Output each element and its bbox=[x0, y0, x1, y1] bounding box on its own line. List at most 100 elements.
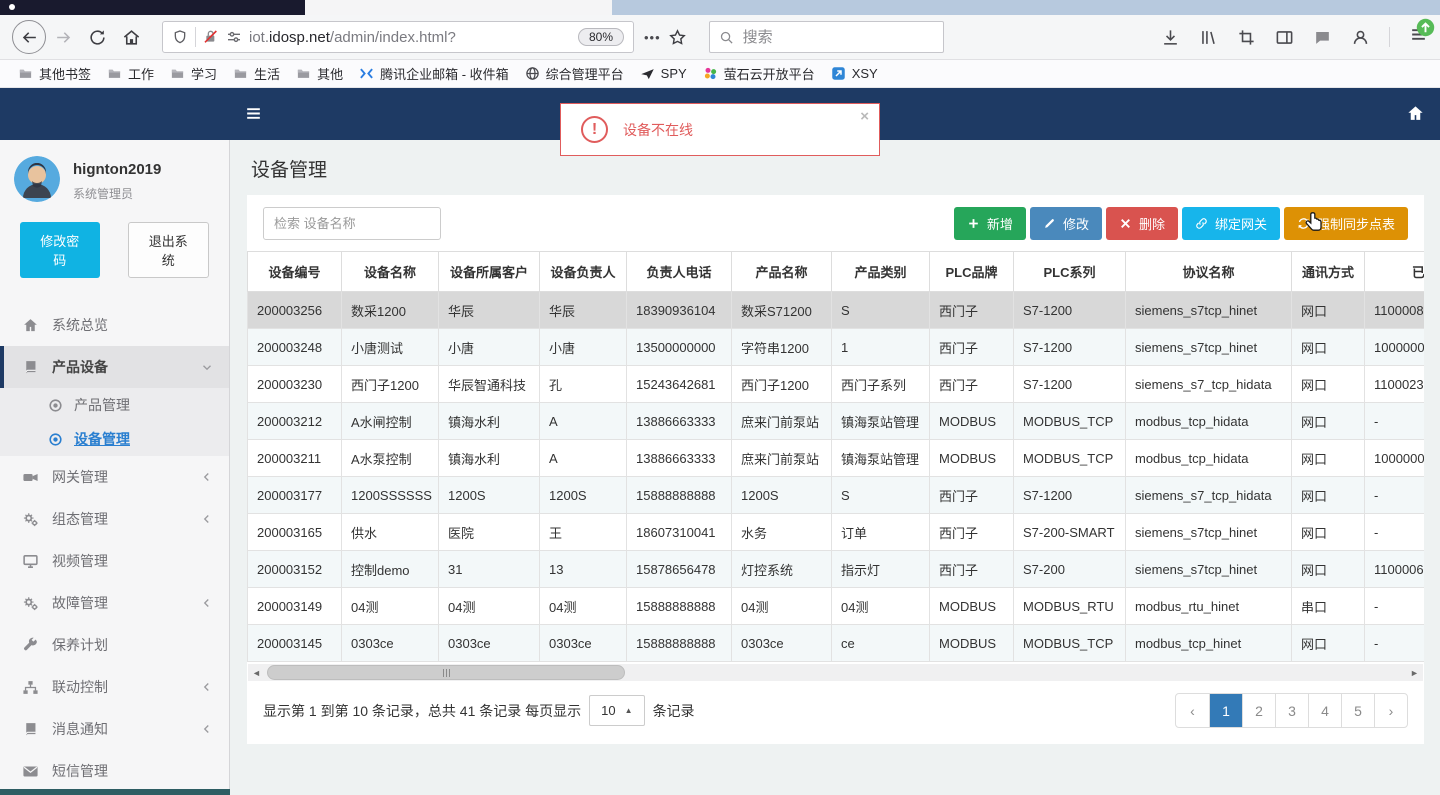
sidebar-item-message-notify[interactable]: 消息通知 bbox=[0, 708, 229, 750]
table-row[interactable]: 200003256 数采1200 华辰 华辰 18390936104 数采S71200 S 西… bbox=[247, 291, 1424, 329]
sidebar-item-maintain-plan[interactable]: 保养计划 bbox=[0, 624, 229, 666]
column-header[interactable]: 设备负责人 bbox=[539, 251, 627, 292]
dot-circle-icon bbox=[48, 398, 63, 413]
table-cell: modbus_tcp_hidata bbox=[1125, 439, 1292, 477]
column-header[interactable]: 负责人电话 bbox=[626, 251, 732, 292]
scrollbar-track[interactable] bbox=[265, 664, 1406, 681]
page-size-select[interactable]: 10 ▲ bbox=[589, 695, 645, 726]
table-cell: 华辰 bbox=[539, 291, 627, 329]
sidebar-item-fault-manage[interactable]: 故障管理 bbox=[0, 582, 229, 624]
sidebar-item-product-device[interactable]: 产品设备 bbox=[0, 346, 229, 388]
bookmark-item[interactable]: 工作 bbox=[99, 62, 162, 85]
menu-button[interactable] bbox=[1409, 25, 1428, 49]
scroll-right-arrow[interactable]: ► bbox=[1406, 664, 1423, 681]
bookmark-item[interactable]: 萤石云开放平台 bbox=[695, 62, 823, 85]
browser-home-button[interactable] bbox=[114, 20, 148, 54]
reload-button[interactable] bbox=[80, 20, 114, 54]
table-row[interactable]: 200003212 A水闸控制 镇海水利 A 13886663333 庶来门前泵站 镇海泵站… bbox=[247, 402, 1424, 440]
bookmark-label: XSY bbox=[851, 66, 878, 81]
pocket-chat-icon[interactable] bbox=[1313, 28, 1332, 47]
page-actions-icon[interactable]: ••• bbox=[644, 30, 661, 45]
table-cell: 0303ce bbox=[731, 624, 832, 662]
action-bind-gateway-button[interactable]: 绑定网关 bbox=[1181, 207, 1280, 240]
active-browser-tab[interactable] bbox=[305, 0, 612, 15]
page-button[interactable]: 3 bbox=[1275, 694, 1308, 727]
folder-icon bbox=[18, 66, 33, 81]
zoom-level-badge[interactable]: 80% bbox=[577, 28, 624, 46]
gears-icon bbox=[22, 511, 39, 528]
device-search-input[interactable] bbox=[263, 207, 441, 240]
bookmark-item[interactable]: SPY bbox=[632, 64, 695, 83]
bookmark-item[interactable]: 生活 bbox=[225, 62, 288, 85]
scroll-left-arrow[interactable]: ◄ bbox=[248, 664, 265, 681]
sidebar-item-linkage-control[interactable]: 联动控制 bbox=[0, 666, 229, 708]
column-header[interactable]: PLC系列 bbox=[1013, 251, 1126, 292]
sidebar-item-system-overview[interactable]: 系统总览 bbox=[0, 304, 229, 346]
action-edit-button[interactable]: 修改 bbox=[1029, 207, 1102, 240]
sidebar-item-gateway-manage[interactable]: 网关管理 bbox=[0, 456, 229, 498]
shield-icon[interactable] bbox=[172, 29, 188, 45]
library-icon[interactable] bbox=[1199, 28, 1218, 47]
sidebar-item-device-manage[interactable]: 设备管理 bbox=[0, 422, 229, 456]
browser-search-box[interactable] bbox=[708, 21, 944, 53]
download-icon[interactable] bbox=[1161, 28, 1180, 47]
page-button[interactable]: 1 bbox=[1209, 694, 1242, 727]
permissions-icon[interactable] bbox=[226, 29, 242, 45]
column-header[interactable]: 产品类别 bbox=[831, 251, 930, 292]
sidebar-item-video-manage[interactable]: 视频管理 bbox=[0, 540, 229, 582]
bookmark-star-button[interactable] bbox=[661, 20, 695, 54]
column-header[interactable]: 产品名称 bbox=[731, 251, 832, 292]
avatar[interactable] bbox=[14, 156, 60, 202]
sidebar-item-label: 设备管理 bbox=[74, 431, 130, 447]
forward-button[interactable] bbox=[46, 20, 80, 54]
url-bar[interactable]: iot. idosp.net/admin/index.html? 80% bbox=[162, 21, 634, 53]
action-delete-button[interactable]: 删除 bbox=[1105, 207, 1178, 240]
page-button[interactable]: › bbox=[1374, 694, 1407, 727]
horizontal-scrollbar[interactable]: ◄ ► bbox=[248, 664, 1423, 681]
table-row[interactable]: 200003152 控制demo 31 13 15878656478 灯控系统 指示灯 西门子… bbox=[247, 550, 1424, 588]
sidebar-toggle-icon[interactable] bbox=[1275, 28, 1294, 47]
page-button[interactable]: 2 bbox=[1242, 694, 1275, 727]
sidebar-item-sms-manage[interactable]: 短信管理 bbox=[0, 750, 229, 789]
screenshot-icon[interactable] bbox=[1237, 28, 1256, 47]
column-header[interactable]: 设备所属客户 bbox=[438, 251, 540, 292]
table-row[interactable]: 200003211 A水泵控制 镇海水利 A 13886663333 庶来门前泵站 镇海泵站… bbox=[247, 439, 1424, 477]
column-header[interactable]: PLC品牌 bbox=[929, 251, 1014, 292]
sidebar-collapse-button[interactable] bbox=[244, 104, 263, 128]
logout-button[interactable]: 退出系统 bbox=[127, 222, 209, 278]
bookmark-item[interactable]: 学习 bbox=[162, 62, 225, 85]
bookmark-item[interactable]: XSY bbox=[823, 64, 886, 83]
table-row[interactable]: 200003149 04测 04测 04测 15888888888 04测 04测 MODBU… bbox=[247, 587, 1424, 625]
table-row[interactable]: 200003165 供水 医院王 18607310041 水务 订单 西门子 S7-200-S… bbox=[247, 513, 1424, 551]
scrollbar-thumb[interactable] bbox=[267, 665, 625, 680]
bookmark-item[interactable]: 腾讯企业邮箱 - 收件箱 bbox=[351, 62, 517, 85]
table-row[interactable]: 200003230 西门子1200 华辰智通科技孔 15243642681 西门子120… bbox=[247, 365, 1424, 403]
page-button[interactable]: ‹ bbox=[1176, 694, 1209, 727]
table-cell: S7-1200 bbox=[1013, 328, 1126, 366]
table-cell: 控制demo bbox=[341, 550, 439, 588]
browser-search-input[interactable] bbox=[742, 28, 934, 46]
account-icon[interactable] bbox=[1351, 28, 1370, 47]
column-header[interactable]: 设备编号 bbox=[247, 251, 342, 292]
table-row[interactable]: 200003248 小唐测试 小唐 小唐 13500000000 字符串1200 1 西门子 S… bbox=[247, 328, 1424, 366]
column-header[interactable]: 协议名称 bbox=[1125, 251, 1292, 292]
column-header[interactable]: 通讯方式 bbox=[1291, 251, 1365, 292]
sidebar-item-product-manage[interactable]: 产品管理 bbox=[0, 388, 229, 422]
sidebar-item-hmi-manage[interactable]: 组态管理 bbox=[0, 498, 229, 540]
column-header[interactable]: 设备名称 bbox=[341, 251, 439, 292]
table-row[interactable]: 200003145 0303ce 0303ce 0303ce 15888888888 03… bbox=[247, 624, 1424, 662]
bookmark-item[interactable]: 综合管理平台 bbox=[517, 62, 632, 85]
change-password-button[interactable]: 修改密码 bbox=[20, 222, 100, 278]
insecure-lock-icon[interactable] bbox=[203, 29, 219, 45]
action-add-button[interactable]: 新增 bbox=[953, 207, 1026, 240]
bookmark-item[interactable]: 其他 bbox=[288, 62, 351, 85]
bookmark-item[interactable]: 其他书签 bbox=[10, 62, 99, 85]
alert-close-button[interactable]: × bbox=[860, 108, 869, 125]
page-button[interactable]: 4 bbox=[1308, 694, 1341, 727]
table-row[interactable]: 200003177 1200SSSSSS 1200S 1200S 15888888888… bbox=[247, 476, 1424, 514]
app-home-button[interactable] bbox=[1406, 104, 1425, 128]
column-header[interactable]: 已绑定网关 bbox=[1364, 251, 1424, 292]
back-button[interactable] bbox=[12, 20, 46, 54]
table-cell: 镇海泵站管理 bbox=[831, 439, 930, 477]
page-button[interactable]: 5 bbox=[1341, 694, 1374, 727]
